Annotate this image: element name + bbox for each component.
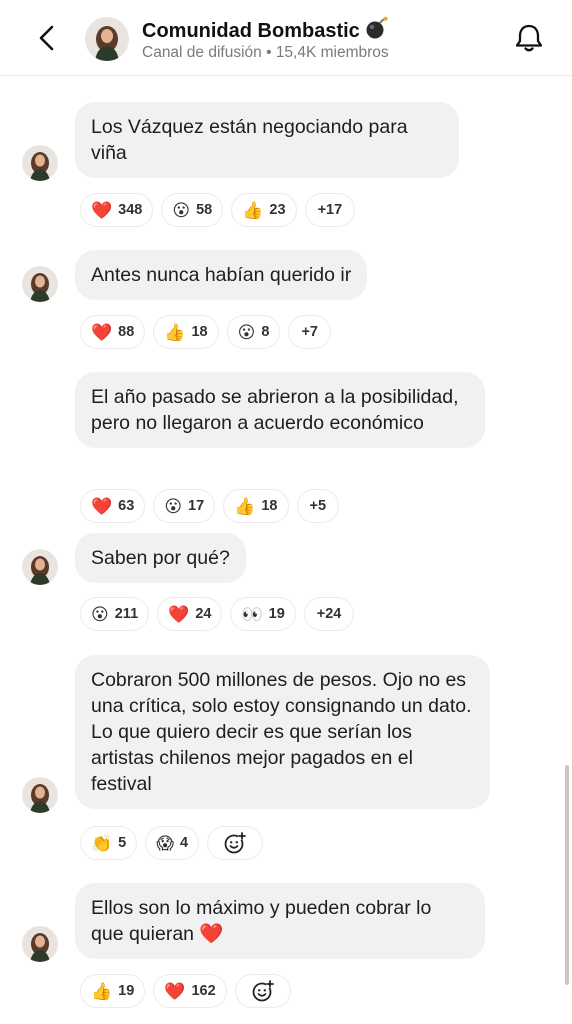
reaction-surprised[interactable]: 😮 211 [80,597,150,631]
sender-avatar[interactable] [22,926,58,962]
add-reaction-button[interactable] [207,826,264,860]
thumbs-up-emoji-icon: 👍 [242,200,264,220]
heart-emoji-icon: ❤️ [91,200,113,220]
reaction-heart[interactable]: ❤️ 162 [153,974,227,1008]
more-reactions[interactable]: +17 [304,193,356,227]
reaction-bar: ❤️ 63 😮 17 👍 18 +5 [80,489,340,523]
reaction-surprised[interactable]: 😮 58 [161,193,224,227]
channel-avatar[interactable] [85,17,129,61]
reaction-heart[interactable]: ❤️ 348 [80,193,154,227]
message-bubble[interactable]: Los Vázquez están negociando para viña [75,102,459,178]
channel-subtitle: Canal de difusión • 15,4K miembros [142,44,389,61]
surprised-emoji-icon: 😮 [237,322,256,342]
back-button[interactable] [30,20,66,56]
notifications-button[interactable] [512,20,546,56]
reaction-surprised[interactable]: 😮 17 [153,489,216,523]
message-bubble[interactable]: Antes nunca habían querido ir [75,250,368,300]
reaction-thumbs-up[interactable]: 👍 18 [153,315,219,349]
message-text: Cobraron 500 millones de pesos. Ojo no e… [91,669,472,795]
reaction-count: 58 [196,202,213,218]
reaction-heart[interactable]: ❤️ 63 [80,489,146,523]
message-text: Saben por qué? [91,547,230,569]
add-reaction-button[interactable] [234,974,291,1008]
more-reactions[interactable]: +24 [303,597,355,631]
reaction-bar: 👍 19 ❤️ 162 [80,974,291,1008]
reaction-count: 23 [269,202,286,218]
channel-header: Comunidad Bombastic Canal de difusión • … [0,0,572,76]
heart-emoji-icon: ❤️ [91,496,113,516]
reaction-thumbs-up[interactable]: 👍 23 [231,193,297,227]
message-bubble[interactable]: El año pasado se abrieron a la posibilid… [75,372,485,448]
screaming-face-emoji-icon: 😱 [156,833,174,853]
reaction-bar: 👏 5 😱 4 [80,826,264,860]
clapping-hands-emoji-icon: 👏 [91,833,113,853]
sender-avatar[interactable] [22,549,58,585]
surprised-emoji-icon: 😮 [172,200,191,220]
message-text: Ellos son lo máximo y pueden cobrar lo q… [91,897,432,945]
reaction-count: 5 [118,835,127,851]
more-reactions[interactable]: +5 [296,489,340,523]
surprised-emoji-icon: 😮 [164,496,183,516]
add-reaction-icon [224,832,247,854]
reaction-bar: 😮 211 ❤️ 24 👀 19 +24 [80,597,355,631]
sender-avatar[interactable] [22,777,58,813]
reaction-count: 19 [118,983,135,999]
message-bubble[interactable]: Cobraron 500 millones de pesos. Ojo no e… [75,655,490,809]
reaction-scream[interactable]: 😱 4 [145,826,200,860]
reaction-eyes[interactable]: 👀 19 [230,597,296,631]
scrollbar[interactable] [565,765,569,985]
heart-emoji-icon: ❤️ [164,981,186,1001]
reaction-count: 63 [118,498,135,514]
message-text: Antes nunca habían querido ir [91,264,352,286]
thumbs-up-emoji-icon: 👍 [164,322,186,342]
reaction-count: 348 [118,202,143,218]
reaction-count: 162 [191,983,216,999]
thumbs-up-emoji-icon: 👍 [91,981,113,1001]
reaction-count: 88 [118,324,135,340]
reaction-count: 24 [195,606,212,622]
reaction-count: 18 [261,498,278,514]
message-bubble[interactable]: Saben por qué? [75,533,246,583]
heart-emoji-icon: ❤️ [91,322,113,342]
reaction-count: 19 [268,606,285,622]
sender-avatar[interactable] [22,266,58,302]
message-text: El año pasado se abrieron a la posibilid… [91,386,459,434]
reaction-clap[interactable]: 👏 5 [80,826,138,860]
surprised-emoji-icon: 😮 [91,604,109,624]
reaction-bar: ❤️ 88 👍 18 😮 8 +7 [80,315,331,349]
reaction-count: 18 [191,324,208,340]
message-bubble[interactable]: Ellos son lo máximo y pueden cobrar lo q… [75,883,485,959]
reaction-heart[interactable]: ❤️ 24 [157,597,223,631]
reaction-heart[interactable]: ❤️ 88 [80,315,146,349]
bomb-emoji-icon [364,16,388,46]
channel-title[interactable]: Comunidad Bombastic [142,16,388,46]
more-reactions[interactable]: +7 [288,315,331,349]
reaction-surprised[interactable]: 😮 8 [226,315,281,349]
sender-avatar[interactable] [22,145,58,181]
reaction-count: 17 [188,498,205,514]
reaction-thumbs-up[interactable]: 👍 18 [223,489,289,523]
reaction-count: 4 [179,835,189,851]
bell-icon [515,24,543,52]
reaction-count: 8 [261,324,270,340]
reaction-count: 211 [114,606,139,622]
add-reaction-icon [252,980,274,1002]
heart-emoji-icon: ❤️ [168,604,190,624]
chevron-left-icon [39,25,54,51]
reaction-thumbs-up[interactable]: 👍 19 [80,974,146,1008]
eyes-emoji-icon: 👀 [241,604,263,624]
message-text: Los Vázquez están negociando para viña [91,116,408,164]
reaction-bar: ❤️ 348 😮 58 👍 23 +17 [80,193,356,227]
thumbs-up-emoji-icon: 👍 [234,496,256,516]
